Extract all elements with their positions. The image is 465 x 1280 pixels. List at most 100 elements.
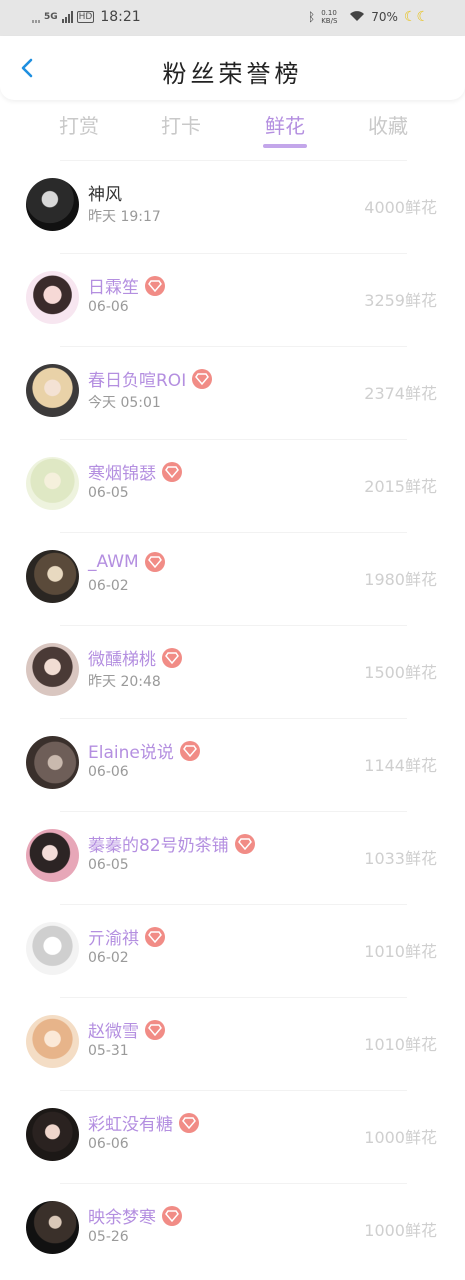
fan-name: 蓁蓁的82号奶茶铺	[88, 831, 255, 856]
fan-date: 昨天 20:48	[88, 674, 161, 690]
flower-amount: 1000鲜花	[364, 1221, 437, 1240]
network-type: 5G	[44, 11, 58, 22]
vip-badge-icon	[162, 461, 182, 482]
status-time: 18:21	[100, 9, 141, 25]
list-item[interactable]: 寒烟锦瑟 06-05 2015鲜花	[0, 439, 465, 532]
avatar	[26, 1015, 79, 1068]
flower-amount: 3259鲜花	[364, 291, 437, 310]
tab-indicator	[263, 144, 307, 148]
divider	[60, 160, 407, 161]
divider	[60, 1090, 407, 1091]
vip-badge-icon	[179, 1112, 199, 1133]
fan-name: _AWM	[88, 552, 165, 572]
flower-amount: 1980鲜花	[364, 570, 437, 589]
fan-date: 今天 05:01	[88, 395, 161, 411]
bluetooth-icon: ᛒ	[308, 10, 316, 24]
flower-amount: 1033鲜花	[364, 849, 437, 868]
list-item[interactable]: 蓁蓁的82号奶茶铺 06-05 1033鲜花	[0, 811, 465, 904]
data-rate: 0.10 KB/S	[321, 9, 338, 25]
tab-favorites[interactable]: 收藏	[343, 110, 433, 139]
fan-name: Elaine说说	[88, 738, 200, 763]
status-bar: 5G HD 18:21 ᛒ 0.10 KB/S 70% ☾☾	[0, 0, 465, 36]
fan-name: 日霖笙	[88, 273, 165, 298]
vip-badge-icon	[145, 926, 165, 947]
tab-reward[interactable]: 打赏	[34, 110, 124, 139]
divider	[60, 811, 407, 812]
divider	[60, 997, 407, 998]
divider	[60, 904, 407, 905]
list-item[interactable]: 赵微雪 05-31 1010鲜花	[0, 997, 465, 1090]
fan-name: 映余梦寒	[88, 1203, 182, 1228]
divider	[60, 718, 407, 719]
divider	[60, 346, 407, 347]
fan-name: 寒烟锦瑟	[88, 459, 182, 484]
fan-date: 06-06	[88, 299, 129, 315]
vip-badge-icon	[145, 1019, 165, 1040]
list-item[interactable]: 映余梦寒 05-26 1000鲜花	[0, 1183, 465, 1276]
fan-date: 05-31	[88, 1043, 129, 1059]
flower-amount: 1144鲜花	[364, 756, 437, 775]
fan-name: 彩虹没有糖	[88, 1110, 199, 1135]
fan-date: 06-05	[88, 857, 129, 873]
list-item[interactable]: 微醺梯桃 昨天 20:48 1500鲜花	[0, 625, 465, 718]
fan-date: 昨天 19:17	[88, 209, 161, 225]
avatar	[26, 1201, 79, 1254]
list-item[interactable]: 神风 昨天 19:17 4000鲜花	[0, 160, 465, 253]
signal-strength-icon	[61, 11, 73, 23]
tab-flowers[interactable]: 鲜花	[240, 110, 330, 139]
fan-date: 06-06	[88, 764, 129, 780]
fan-name: 微醺梯桃	[88, 645, 182, 670]
list-item[interactable]: _AWM 06-02 1980鲜花	[0, 532, 465, 625]
vip-badge-icon	[162, 1205, 182, 1226]
avatar	[26, 922, 79, 975]
fan-date: 06-05	[88, 485, 129, 501]
battery-level: 70%	[371, 10, 398, 24]
avatar	[26, 1108, 79, 1161]
fan-name: 神风	[88, 185, 122, 205]
flower-amount: 2374鲜花	[364, 384, 437, 403]
flower-amount: 1010鲜花	[364, 942, 437, 961]
divider	[60, 625, 407, 626]
flower-amount: 1500鲜花	[364, 663, 437, 682]
fan-name: 亓渝祺	[88, 924, 165, 949]
list-item[interactable]: 春日负喧ROI 今天 05:01 2374鲜花	[0, 346, 465, 439]
flower-amount: 4000鲜花	[364, 198, 437, 217]
status-left: 5G HD 18:21	[32, 9, 141, 25]
fan-name: 赵微雪	[88, 1017, 165, 1042]
hd-badge: HD	[76, 11, 95, 23]
flower-amount: 1010鲜花	[364, 1035, 437, 1054]
list-item[interactable]: 日霖笙 06-06 3259鲜花	[0, 253, 465, 346]
fan-date: 06-02	[88, 950, 129, 966]
avatar	[26, 364, 79, 417]
divider	[60, 532, 407, 533]
tab-checkin[interactable]: 打卡	[136, 110, 226, 139]
vip-badge-icon	[192, 368, 213, 389]
divider	[60, 1183, 407, 1184]
page-header: 粉丝荣誉榜	[0, 36, 465, 100]
list-item[interactable]: 亓渝祺 06-02 1010鲜花	[0, 904, 465, 997]
tab-bar: 打赏 打卡 鲜花 收藏	[0, 100, 465, 152]
status-right: ᛒ 0.10 KB/S 70% ☾☾	[308, 9, 429, 25]
vip-badge-icon	[234, 833, 255, 854]
fan-date: 06-02	[88, 578, 129, 594]
avatar	[26, 829, 79, 882]
avatar	[26, 643, 79, 696]
fan-date: 05-26	[88, 1229, 129, 1245]
vip-badge-icon	[162, 647, 182, 668]
wifi-icon	[349, 10, 365, 25]
flower-amount: 2015鲜花	[364, 477, 437, 496]
avatar	[26, 457, 79, 510]
list-item[interactable]: 彩虹没有糖 06-06 1000鲜花	[0, 1090, 465, 1183]
vip-badge-icon	[145, 275, 165, 296]
fan-name: 春日负喧ROI	[88, 366, 213, 391]
fan-date: 06-06	[88, 1136, 129, 1152]
signal-icon	[32, 11, 40, 23]
vip-badge-icon	[144, 552, 165, 572]
vip-badge-icon	[179, 740, 200, 761]
avatar	[26, 736, 79, 789]
avatar	[26, 271, 79, 324]
divider	[60, 253, 407, 254]
page-title: 粉丝荣誉榜	[162, 60, 303, 88]
list-item[interactable]: Elaine说说 06-06 1144鲜花	[0, 718, 465, 811]
avatar	[26, 178, 79, 231]
